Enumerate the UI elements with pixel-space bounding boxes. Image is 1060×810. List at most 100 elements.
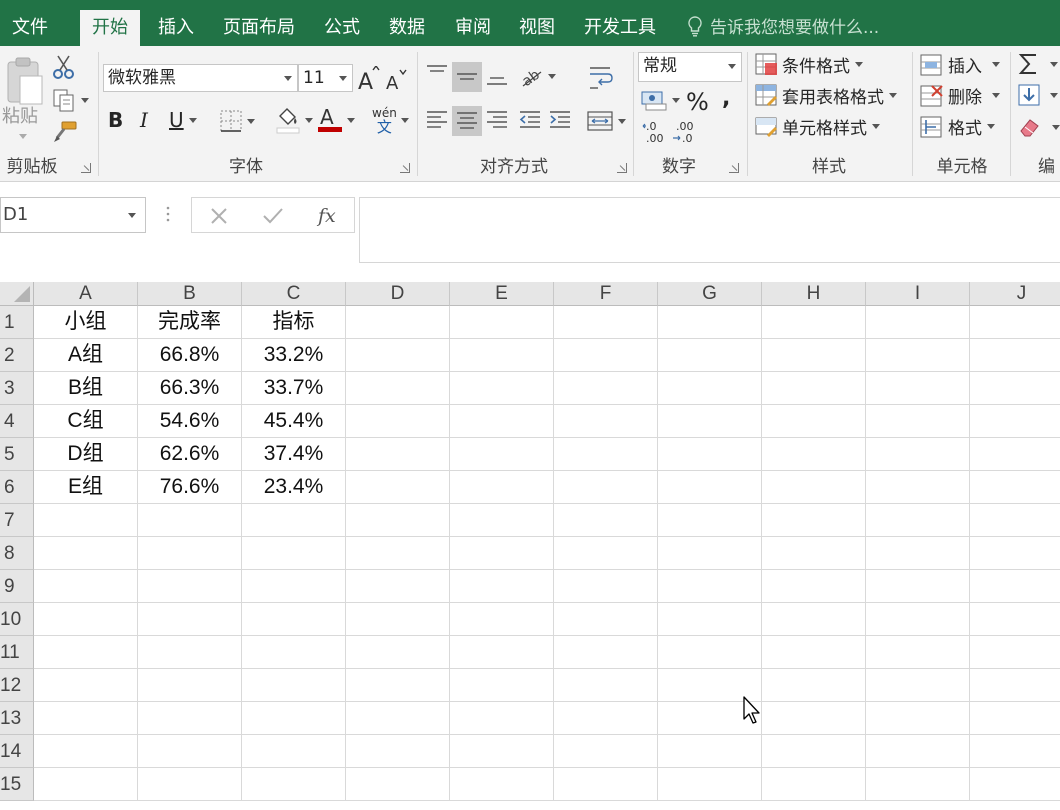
accounting-format-button[interactable] [641, 88, 680, 112]
tab-page-layout[interactable]: 页面布局 [223, 10, 295, 46]
cell-i9[interactable] [866, 570, 970, 603]
cell-g10[interactable] [658, 603, 762, 636]
cell-j13[interactable] [970, 702, 1060, 735]
column-header-j[interactable]: J [970, 282, 1060, 306]
cell-j12[interactable] [970, 669, 1060, 702]
cell-i14[interactable] [866, 735, 970, 768]
cell-c11[interactable] [242, 636, 346, 669]
cell-h1[interactable] [762, 306, 866, 339]
cell-i3[interactable] [866, 372, 970, 405]
cell-f11[interactable] [554, 636, 658, 669]
conditional-formatting-button[interactable]: 条件格式 [755, 52, 863, 77]
comma-style-button[interactable]: , [722, 86, 730, 111]
paste-dropdown-arrow[interactable] [19, 134, 27, 139]
cell-f8[interactable] [554, 537, 658, 570]
cell-f2[interactable] [554, 339, 658, 372]
cell-c10[interactable] [242, 603, 346, 636]
cell-i4[interactable] [866, 405, 970, 438]
cell-b6[interactable]: 76.6% [138, 471, 242, 504]
tab-developer[interactable]: 开发工具 [584, 10, 656, 46]
cell-e8[interactable] [450, 537, 554, 570]
cell-d14[interactable] [346, 735, 450, 768]
cell-e9[interactable] [450, 570, 554, 603]
tab-file[interactable]: 文件 [12, 10, 48, 46]
cell-b5[interactable]: 62.6% [138, 438, 242, 471]
cell-i10[interactable] [866, 603, 970, 636]
cell-d5[interactable] [346, 438, 450, 471]
row-header-7[interactable]: 7 [0, 504, 34, 537]
row-header-12[interactable]: 12 [0, 669, 34, 702]
cell-a13[interactable] [34, 702, 138, 735]
cell-d2[interactable] [346, 339, 450, 372]
cell-i5[interactable] [866, 438, 970, 471]
increase-indent-button[interactable] [548, 108, 572, 132]
cell-e3[interactable] [450, 372, 554, 405]
cell-i2[interactable] [866, 339, 970, 372]
cell-h11[interactable] [762, 636, 866, 669]
fill-button[interactable] [1018, 84, 1058, 106]
column-header-f[interactable]: F [554, 282, 658, 306]
cell-h12[interactable] [762, 669, 866, 702]
cell-h10[interactable] [762, 603, 866, 636]
font-color-button[interactable]: A [318, 106, 355, 134]
cell-c1[interactable]: 指标 [242, 306, 346, 339]
column-header-b[interactable]: B [138, 282, 242, 306]
cell-f14[interactable] [554, 735, 658, 768]
row-header-13[interactable]: 13 [0, 702, 34, 735]
cell-j5[interactable] [970, 438, 1060, 471]
tell-me-search[interactable]: 告诉我您想要做什么... [686, 10, 879, 46]
percent-style-button[interactable]: % [686, 88, 709, 116]
cell-c9[interactable] [242, 570, 346, 603]
cell-g5[interactable] [658, 438, 762, 471]
insert-cells-button[interactable]: 插入 [920, 52, 1000, 77]
cell-b15[interactable] [138, 768, 242, 801]
cell-e12[interactable] [450, 669, 554, 702]
fill-color-button[interactable] [276, 106, 313, 134]
merge-center-button[interactable] [587, 110, 626, 132]
column-header-g[interactable]: G [658, 282, 762, 306]
row-header-2[interactable]: 2 [0, 339, 34, 372]
cell-b14[interactable] [138, 735, 242, 768]
cell-j10[interactable] [970, 603, 1060, 636]
cell-g6[interactable] [658, 471, 762, 504]
cell-a10[interactable] [34, 603, 138, 636]
cell-b8[interactable] [138, 537, 242, 570]
cell-j11[interactable] [970, 636, 1060, 669]
name-box[interactable]: D1 [0, 197, 146, 233]
copy-button[interactable] [52, 88, 89, 112]
cell-a14[interactable] [34, 735, 138, 768]
row-header-3[interactable]: 3 [0, 372, 34, 405]
cell-g8[interactable] [658, 537, 762, 570]
number-format-combo[interactable]: 常规 [638, 52, 742, 82]
cell-a12[interactable] [34, 669, 138, 702]
row-header-15[interactable]: 15 [0, 768, 34, 801]
cell-e1[interactable] [450, 306, 554, 339]
cell-c2[interactable]: 33.2% [242, 339, 346, 372]
cell-j6[interactable] [970, 471, 1060, 504]
cell-d9[interactable] [346, 570, 450, 603]
cell-b9[interactable] [138, 570, 242, 603]
cell-a3[interactable]: B组 [34, 372, 138, 405]
tab-review[interactable]: 审阅 [455, 10, 491, 46]
orientation-button[interactable]: ab [519, 64, 556, 88]
cell-g4[interactable] [658, 405, 762, 438]
cell-h5[interactable] [762, 438, 866, 471]
cell-d13[interactable] [346, 702, 450, 735]
column-header-e[interactable]: E [450, 282, 554, 306]
select-all-button[interactable] [0, 282, 34, 306]
wrap-text-button[interactable] [588, 64, 614, 90]
cell-b2[interactable]: 66.8% [138, 339, 242, 372]
cell-c7[interactable] [242, 504, 346, 537]
cell-a9[interactable] [34, 570, 138, 603]
drag-handle-icon[interactable] [166, 205, 170, 223]
cell-j8[interactable] [970, 537, 1060, 570]
decrease-indent-button[interactable] [518, 108, 542, 132]
cell-g2[interactable] [658, 339, 762, 372]
row-header-11[interactable]: 11 [0, 636, 34, 669]
column-header-i[interactable]: I [866, 282, 970, 306]
cell-j14[interactable] [970, 735, 1060, 768]
cell-h3[interactable] [762, 372, 866, 405]
formula-input[interactable] [359, 197, 1060, 263]
cell-d6[interactable] [346, 471, 450, 504]
cell-f15[interactable] [554, 768, 658, 801]
